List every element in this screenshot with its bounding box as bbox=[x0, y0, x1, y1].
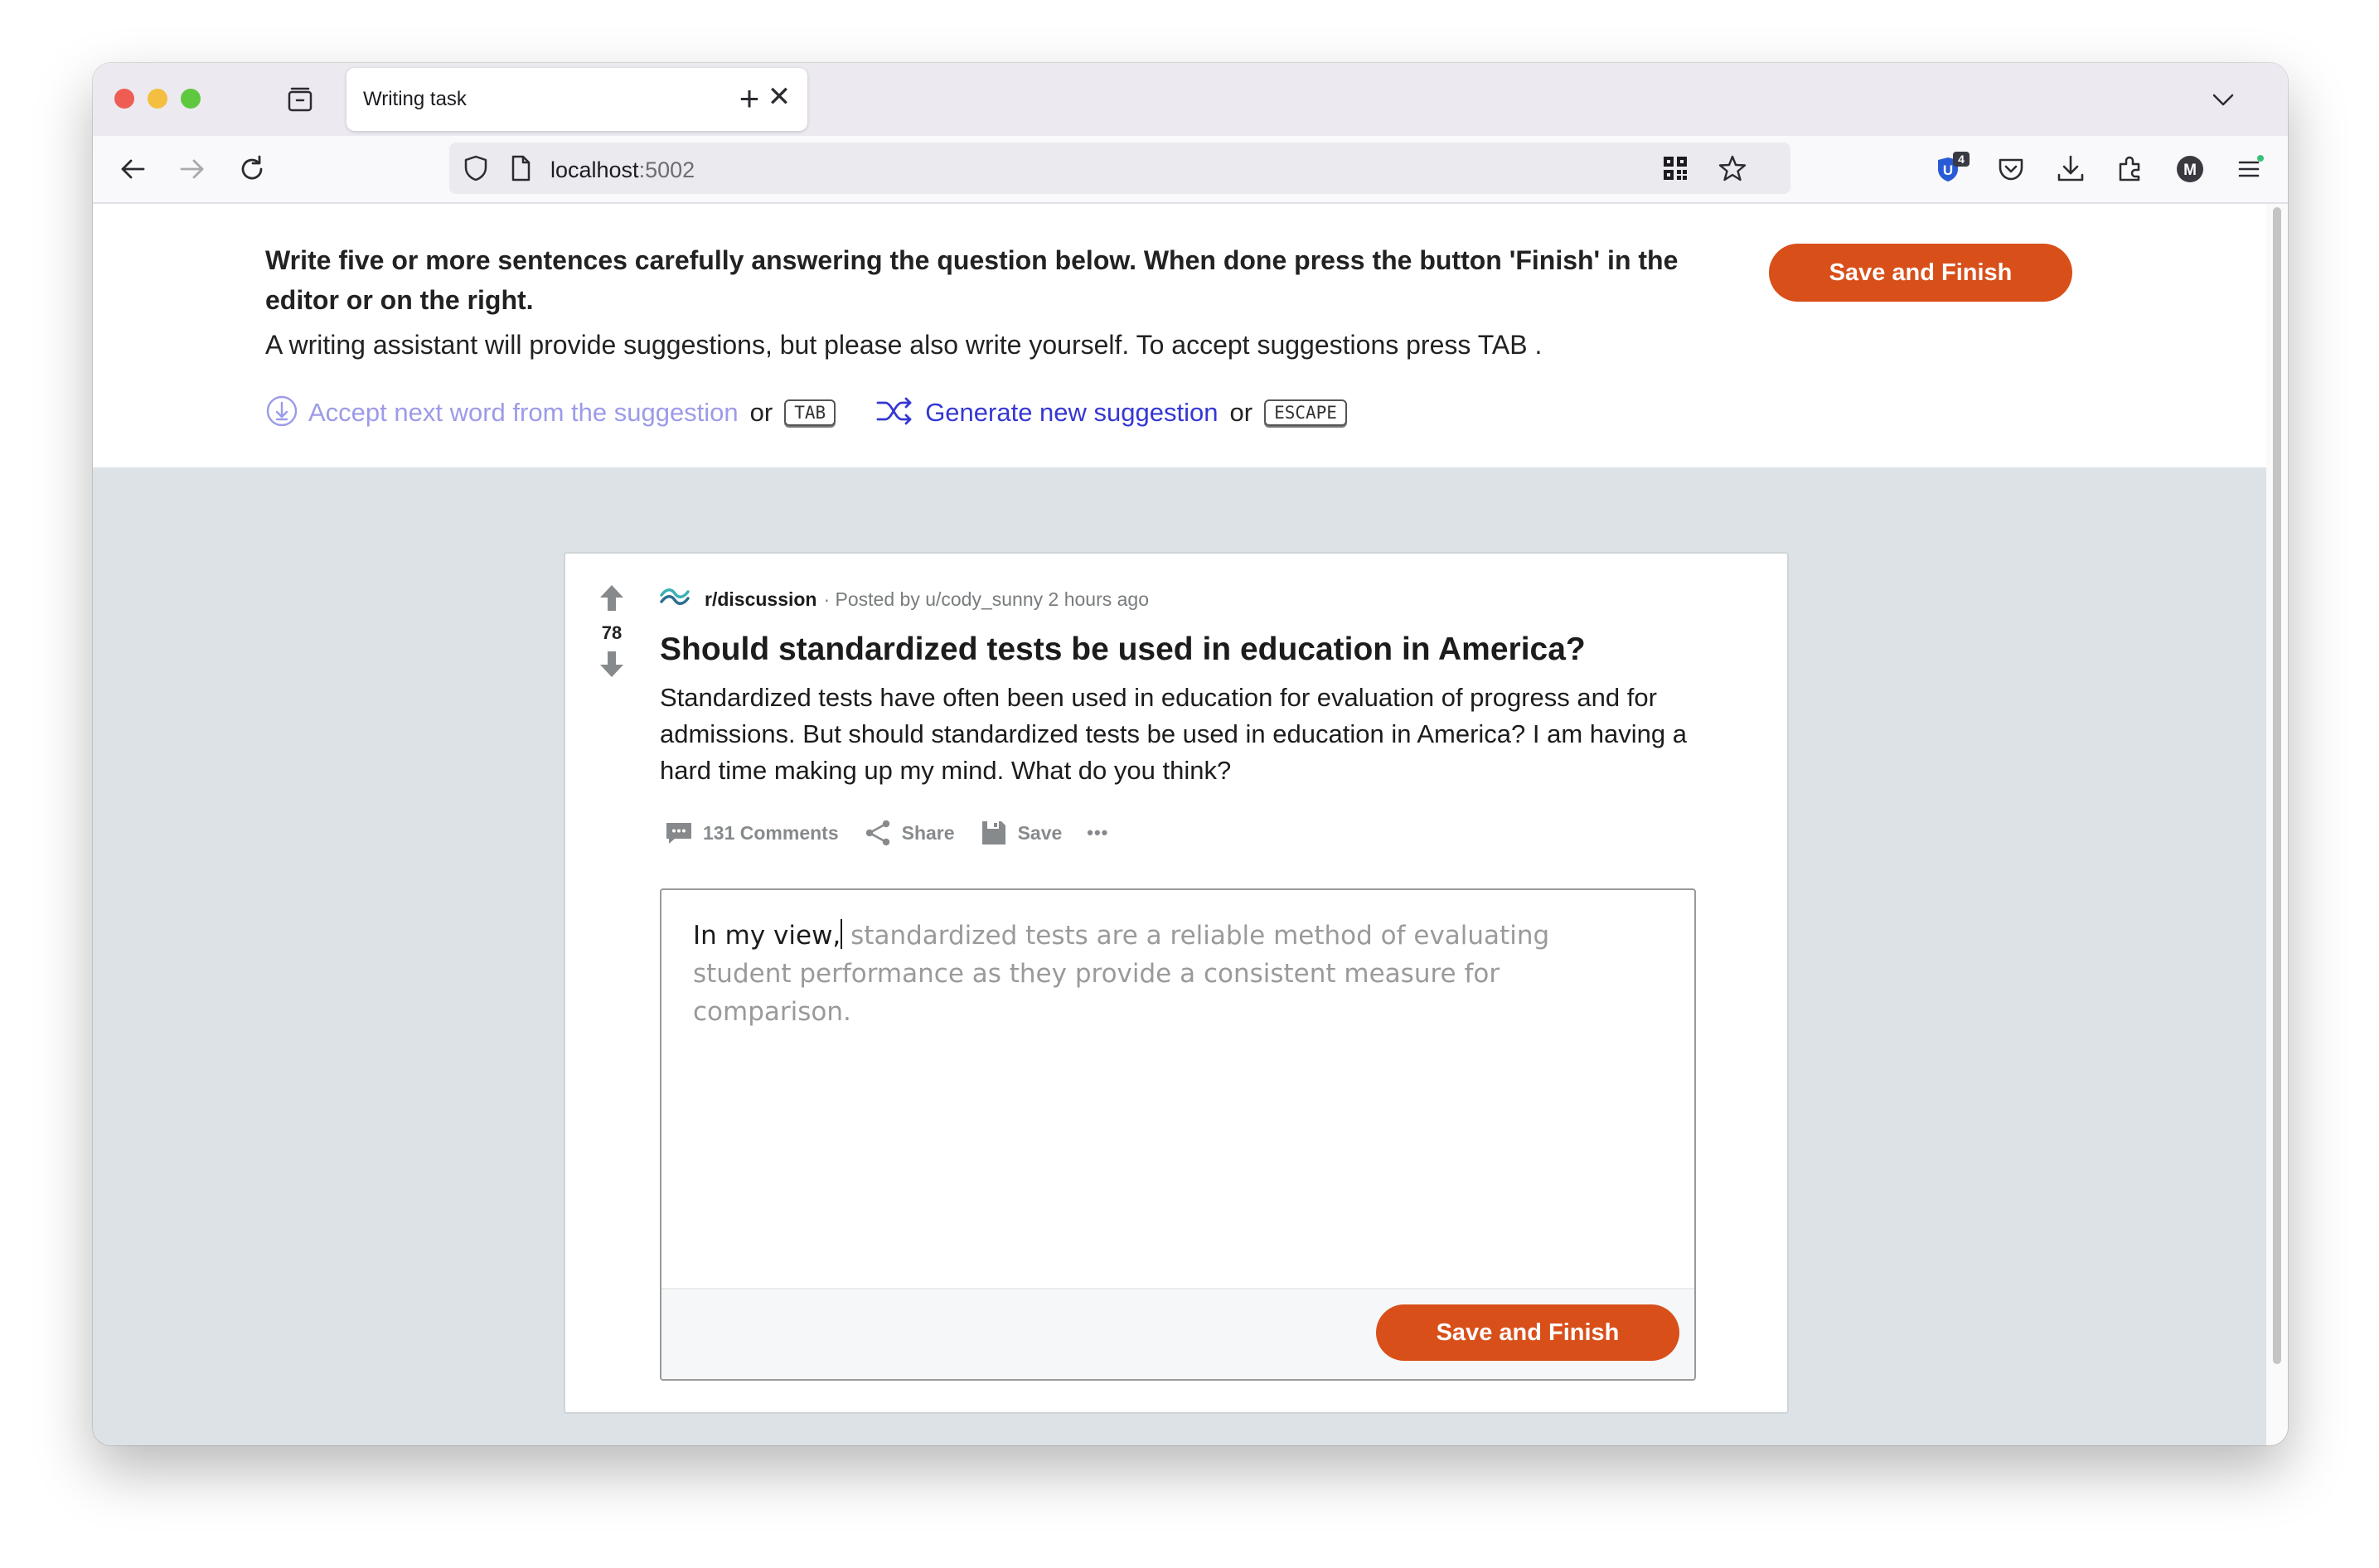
tab-list-chevron-icon[interactable] bbox=[2208, 85, 2238, 114]
subreddit-logo-icon[interactable] bbox=[660, 585, 690, 613]
close-tab-icon[interactable]: ✕ bbox=[766, 83, 792, 111]
account-avatar[interactable]: M bbox=[2173, 152, 2207, 186]
escape-key-badge: ESCAPE bbox=[1264, 399, 1347, 426]
svg-text:U: U bbox=[1943, 162, 1953, 178]
extension-shield-icon[interactable]: U4 bbox=[1931, 151, 1971, 187]
save-post-button[interactable]: Save bbox=[980, 819, 1063, 847]
post-body: Standardized tests have often been used … bbox=[660, 683, 1688, 785]
instructions-body: A writing assistant will provide suggest… bbox=[265, 330, 1543, 360]
more-options-icon[interactable]: ••• bbox=[1087, 822, 1108, 844]
tab-overview-icon[interactable] bbox=[285, 85, 315, 114]
new-tab-button[interactable]: + bbox=[733, 81, 766, 116]
maximize-window-button[interactable] bbox=[181, 89, 201, 109]
tab-key-badge: TAB bbox=[784, 399, 836, 426]
post-card: 78 r/discussion · Posted by u/cody_sunny… bbox=[564, 552, 1789, 1414]
vote-column: 78 bbox=[595, 582, 628, 685]
qr-code-icon[interactable] bbox=[1661, 154, 1689, 186]
post-meta: r/discussion · Posted by u/cody_sunny 2 … bbox=[660, 585, 1149, 613]
minimize-window-button[interactable] bbox=[148, 89, 167, 109]
tab-strip: Writing task ✕ + bbox=[93, 63, 2288, 136]
page-scrollbar[interactable] bbox=[2266, 204, 2288, 1445]
or-label: or bbox=[1229, 398, 1253, 427]
keyboard-hints: Accept next word from the suggestion or … bbox=[265, 394, 1347, 431]
editor-save-and-finish-button[interactable]: Save and Finish bbox=[1376, 1304, 1679, 1361]
page-content: Write five or more sentences carefully a… bbox=[93, 204, 2266, 1445]
downvote-arrow-icon[interactable] bbox=[595, 647, 628, 685]
vote-count: 78 bbox=[601, 622, 623, 643]
tab-title: Writing task bbox=[363, 88, 467, 110]
comments-label: 131 Comments bbox=[703, 821, 839, 844]
back-icon[interactable] bbox=[116, 152, 149, 186]
typed-text: In my view, bbox=[693, 921, 841, 951]
address-bar[interactable]: localhost:5002 bbox=[449, 143, 1790, 194]
post-actions: 131 Comments Share Save ••• bbox=[665, 819, 1133, 847]
answer-editor[interactable]: In my view, standardized tests are a rel… bbox=[660, 888, 1696, 1381]
extensions-puzzle-icon[interactable] bbox=[2114, 152, 2147, 186]
bookmark-star-icon[interactable] bbox=[1718, 153, 1747, 187]
url-port: :5002 bbox=[638, 157, 695, 182]
extension-badge-count: 4 bbox=[1958, 152, 1965, 166]
url-host: localhost bbox=[550, 157, 639, 182]
page-icon bbox=[506, 153, 535, 187]
accept-word-icon[interactable] bbox=[265, 394, 298, 432]
accept-word-hint[interactable]: Accept next word from the suggestion bbox=[308, 398, 739, 428]
share-button[interactable]: Share bbox=[864, 819, 955, 847]
instructions-panel: Write five or more sentences carefully a… bbox=[93, 204, 2266, 467]
app-menu-icon[interactable] bbox=[2233, 152, 2266, 186]
editor-footer: Save and Finish bbox=[661, 1288, 1694, 1379]
subreddit-name[interactable]: r/discussion bbox=[705, 588, 816, 611]
url-text[interactable]: localhost:5002 bbox=[550, 157, 695, 183]
scrollbar-thumb[interactable] bbox=[2273, 207, 2281, 1364]
pocket-icon[interactable] bbox=[1994, 152, 2028, 186]
save-label: Save bbox=[1017, 821, 1063, 844]
post-author-time: · Posted by u/cody_sunny 2 hours ago bbox=[823, 588, 1150, 610]
browser-window: Writing task ✕ + localhost:5002 U 4 M Wr… bbox=[93, 63, 2288, 1445]
or-label: or bbox=[749, 398, 773, 427]
downloads-icon[interactable] bbox=[2054, 152, 2087, 186]
shield-icon[interactable] bbox=[461, 153, 491, 187]
post-title: Should standardized tests be used in edu… bbox=[660, 632, 1586, 667]
editor-text[interactable]: In my view, standardized tests are a rel… bbox=[693, 917, 1630, 1031]
forward-icon[interactable] bbox=[176, 152, 209, 186]
generate-suggestion-hint[interactable]: Generate new suggestion bbox=[925, 398, 1218, 428]
instructions-title: Write five or more sentences carefully a… bbox=[265, 245, 1679, 315]
share-label: Share bbox=[901, 821, 955, 844]
upvote-arrow-icon[interactable] bbox=[595, 582, 628, 619]
save-and-finish-button[interactable]: Save and Finish bbox=[1769, 244, 2072, 302]
account-initial: M bbox=[2183, 162, 2197, 179]
comments-button[interactable]: 131 Comments bbox=[665, 820, 839, 845]
close-window-button[interactable] bbox=[114, 89, 134, 109]
shuffle-icon[interactable] bbox=[875, 394, 915, 432]
navigation-toolbar: localhost:5002 U4 M bbox=[93, 136, 2288, 204]
reload-icon[interactable] bbox=[235, 152, 269, 186]
